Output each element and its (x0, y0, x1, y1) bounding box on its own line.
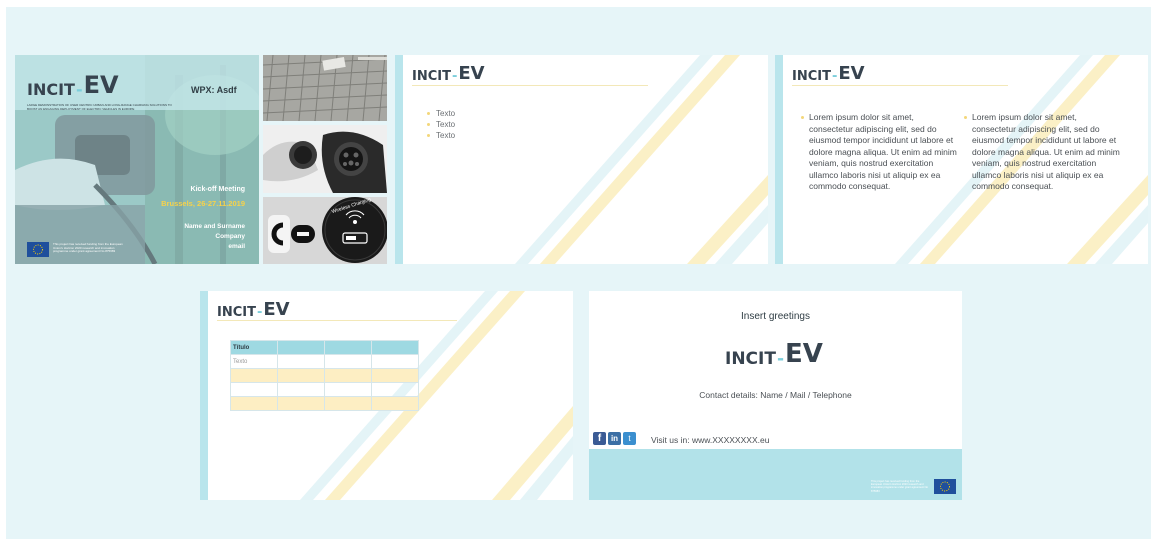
logo-incit-text: INCIT (27, 80, 75, 99)
table-cell[interactable] (277, 368, 325, 383)
place-date-label: Brussels, 26-27.11.2019 (161, 199, 245, 208)
table-cell[interactable] (277, 382, 325, 397)
eu-flag-icon (934, 479, 956, 494)
text-column-left: Lorem ipsum dolor sit amet, consectetur … (801, 112, 957, 193)
logo-incit-text: INCIT (412, 69, 451, 84)
table-cell[interactable] (230, 396, 278, 411)
table-cell[interactable] (230, 382, 278, 397)
contact-details-text: Contact details: Name / Mail / Telephone (699, 390, 852, 400)
table-header-cell[interactable]: Título (230, 340, 278, 355)
eu-flag-icon (27, 242, 49, 257)
bullet-text: Texto (436, 120, 456, 129)
data-table: Título Texto (230, 340, 419, 411)
header-rule (792, 85, 1008, 86)
header-rule (217, 320, 457, 321)
slide-4-table[interactable]: INCIT - EV Título Texto (200, 291, 573, 500)
table-row: Texto (230, 354, 419, 369)
logo-incit-text: INCIT (217, 305, 256, 320)
funding-note: This project has received funding from t… (871, 480, 928, 493)
table-row (230, 382, 419, 397)
incit-ev-logo: INCIT - EV (792, 63, 865, 84)
facebook-icon[interactable]: f (593, 432, 606, 445)
table-cell[interactable]: Texto (230, 354, 278, 369)
bullet-item: Texto (427, 108, 455, 119)
slide-3-two-columns[interactable]: INCIT - EV Lorem ipsum dolor sit amet, c… (775, 55, 1148, 264)
social-icons: f in t (593, 432, 636, 445)
text-column-right: Lorem ipsum dolor sit amet, consectetur … (964, 112, 1122, 193)
logo-dash-text: - (831, 69, 838, 84)
wireless-charging-photo-icon (263, 197, 387, 264)
funding-note: This project has received funding from t… (53, 242, 123, 254)
bullet-text: Texto (436, 131, 456, 140)
logo-incit-text: INCIT (725, 349, 776, 369)
presenter-email: email (228, 243, 245, 250)
incit-ev-logo: INCIT - EV (27, 71, 119, 99)
presenter-name: Name and Surname (184, 223, 245, 230)
photo-ev-plugs[interactable] (263, 125, 387, 193)
slide-left-bar (775, 55, 783, 264)
table-cell[interactable] (371, 382, 419, 397)
photo-wireless-charging[interactable]: Wireless Charging (263, 197, 387, 264)
table-cell[interactable] (324, 368, 372, 383)
logo-incit-text: INCIT (792, 69, 831, 84)
logo-ev-text: EV (263, 299, 290, 320)
project-subtitle: LARGE DEMONSTRATION OF USER CENTRIC URBA… (27, 103, 172, 111)
table-cell[interactable] (371, 368, 419, 383)
table-row (230, 368, 419, 383)
logo-dash-text: - (75, 80, 83, 99)
logo-ev-text: EV (785, 339, 823, 369)
table-header-cell[interactable] (277, 340, 325, 355)
table-header-cell[interactable] (324, 340, 372, 355)
incit-ev-logo: INCIT - EV (217, 299, 290, 320)
table-cell[interactable] (371, 396, 419, 411)
table-header-row: Título (230, 340, 419, 355)
charging-plugs-photo-icon (263, 125, 387, 193)
photo-ev-parking[interactable] (263, 55, 387, 121)
slide-5-closing[interactable]: Insert greetings INCIT - EV Contact deta… (589, 291, 962, 500)
meeting-label: Kick-off Meeting (190, 186, 245, 193)
header-rule (412, 85, 648, 86)
incit-ev-logo: INCIT - EV (412, 63, 485, 84)
presenter-company: Company (215, 233, 245, 240)
table-cell[interactable] (230, 368, 278, 383)
bullet-item: Texto (427, 130, 455, 141)
paragraph-text: Lorem ipsum dolor sit amet, consectetur … (809, 112, 957, 191)
pavement-photo-icon (263, 55, 387, 121)
slide-2-bullets[interactable]: INCIT - EV Texto Texto Texto (395, 55, 768, 264)
slide-left-bar (395, 55, 403, 264)
table-cell[interactable] (324, 396, 372, 411)
greetings-text: Insert greetings (741, 311, 810, 322)
table-cell[interactable] (277, 396, 325, 411)
slide-1-title[interactable]: INCIT - EV WPX: Asdf LARGE DEMONSTRATION… (15, 55, 259, 264)
table-header-cell[interactable] (371, 340, 419, 355)
wpx-label: WPX: Asdf (191, 85, 237, 95)
table-cell[interactable] (277, 354, 325, 369)
slide-sorter-canvas: INCIT - EV WPX: Asdf LARGE DEMONSTRATION… (6, 7, 1151, 539)
incit-ev-logo: INCIT - EV (725, 339, 823, 369)
table-cell[interactable] (371, 354, 419, 369)
paragraph-text: Lorem ipsum dolor sit amet, consectetur … (972, 112, 1120, 191)
logo-dash-text: - (451, 69, 458, 84)
table-row (230, 396, 419, 411)
twitter-icon[interactable]: t (623, 432, 636, 445)
diagonal-stripes-decoration (515, 55, 768, 264)
bullet-item: Texto (427, 119, 455, 130)
logo-dash-text: - (776, 349, 785, 369)
slide-left-bar (200, 291, 208, 500)
logo-ev-text: EV (83, 71, 119, 99)
linkedin-icon[interactable]: in (608, 432, 621, 445)
logo-ev-text: EV (458, 63, 485, 84)
website-text[interactable]: Visit us in: www.XXXXXXXX.eu (651, 435, 769, 445)
table-cell[interactable] (324, 354, 372, 369)
bullet-text: Texto (436, 109, 456, 118)
logo-dash-text: - (256, 305, 263, 320)
bullet-list: Texto Texto Texto (427, 108, 455, 141)
table-cell[interactable] (324, 382, 372, 397)
logo-ev-text: EV (838, 63, 865, 84)
